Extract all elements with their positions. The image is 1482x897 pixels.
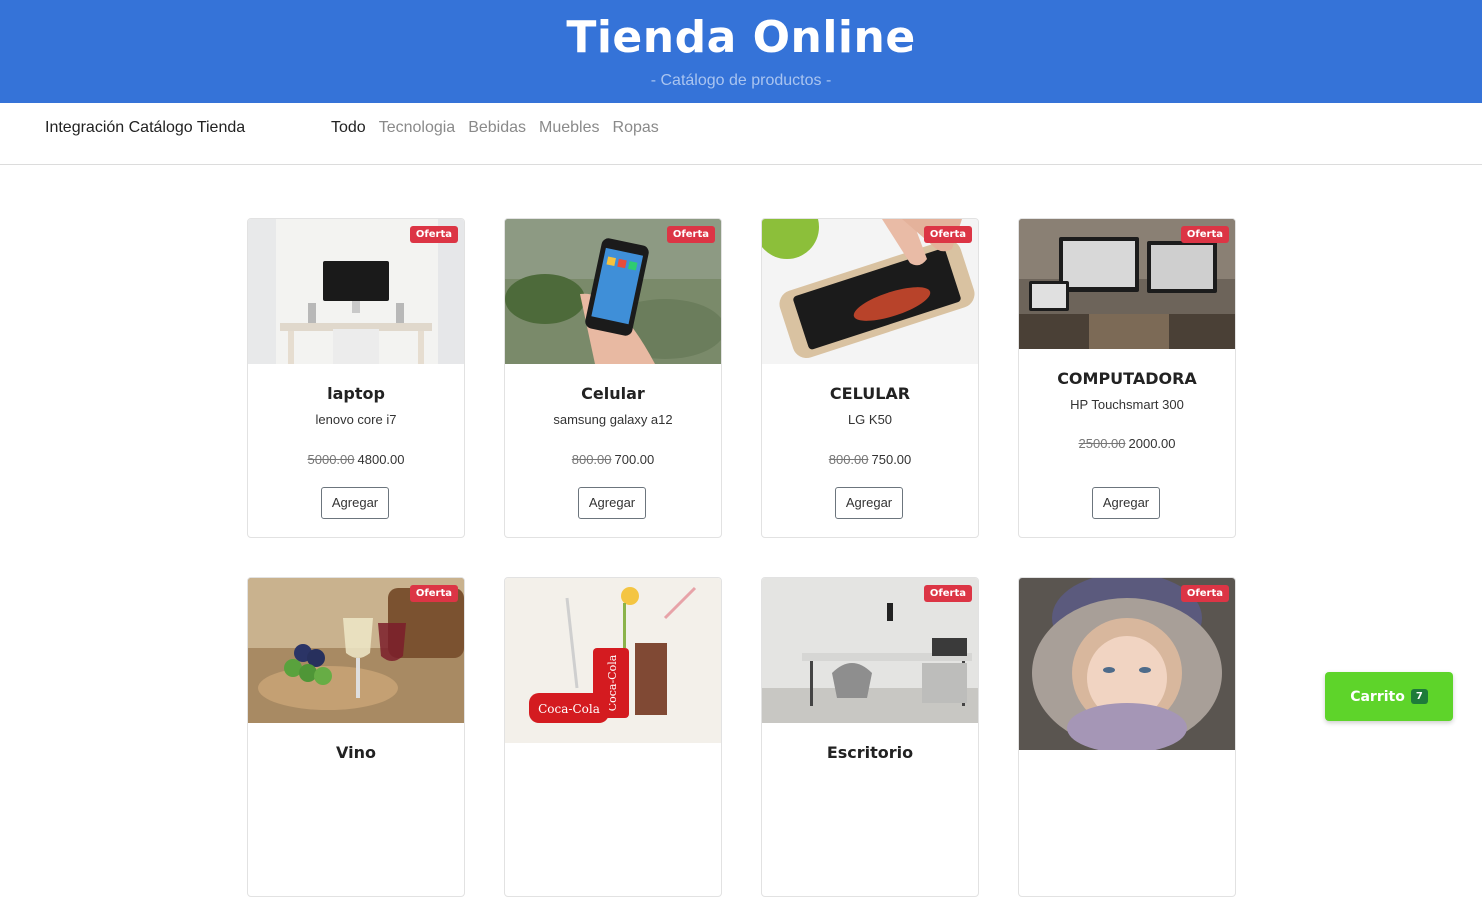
category-nav: Todo Tecnologia Bebidas Muebles Ropas bbox=[331, 119, 659, 137]
old-price: 2500.00 bbox=[1078, 436, 1126, 451]
old-price: 800.00 bbox=[571, 452, 612, 467]
current-price: 2000.00 bbox=[1128, 436, 1176, 451]
product-image-coca-cola: Coca-Cola Coca-Cola bbox=[505, 578, 721, 743]
product-card: Oferta COMPUTADORA HP Touchsmart 300 250… bbox=[1018, 218, 1236, 538]
product-card: Oferta Celular samsung galaxy a12 800.00… bbox=[504, 218, 722, 538]
offer-badge: Oferta bbox=[1180, 226, 1229, 243]
offer-badge: Oferta bbox=[923, 585, 972, 602]
product-description: lenovo core i7 bbox=[315, 412, 397, 427]
current-price: 750.00 bbox=[871, 452, 912, 467]
product-name: laptop bbox=[327, 384, 385, 403]
offer-badge: Oferta bbox=[923, 226, 972, 243]
navbar-brand[interactable]: Integración Catálogo Tienda bbox=[45, 119, 245, 137]
offer-badge: Oferta bbox=[409, 226, 458, 243]
product-name: Vino bbox=[336, 743, 376, 762]
nav-item-todo[interactable]: Todo bbox=[331, 119, 366, 137]
product-price: 2500.00 2000.00 bbox=[1019, 436, 1235, 451]
page-subtitle: - Catálogo de productos - bbox=[650, 72, 832, 89]
product-card: Coca-Cola Coca-Cola bbox=[504, 577, 722, 897]
product-description: LG K50 bbox=[847, 412, 893, 427]
product-name: Celular bbox=[581, 384, 645, 403]
page-title: Tienda Online bbox=[566, 12, 916, 63]
product-description: samsung galaxy a12 bbox=[553, 412, 673, 427]
product-card: Oferta bbox=[1018, 577, 1236, 897]
old-price: 5000.00 bbox=[307, 452, 355, 467]
current-price: 4800.00 bbox=[357, 452, 405, 467]
add-to-cart-button[interactable]: Agregar bbox=[321, 487, 389, 519]
cart-button[interactable]: Carrito 7 bbox=[1325, 672, 1453, 721]
nav-item-tecnologia[interactable]: Tecnologia bbox=[379, 119, 456, 137]
product-description: HP Touchsmart 300 bbox=[1070, 397, 1184, 412]
add-to-cart-button[interactable]: Agregar bbox=[578, 487, 646, 519]
offer-badge: Oferta bbox=[1180, 585, 1229, 602]
navbar: Integración Catálogo Tienda Todo Tecnolo… bbox=[0, 103, 1482, 165]
add-to-cart-button[interactable]: Agregar bbox=[1092, 487, 1160, 519]
product-card: Oferta CELULAR LG K50 800.00 750.00 Agreg… bbox=[761, 218, 979, 538]
product-name: CELULAR bbox=[829, 384, 911, 403]
product-card: Oferta laptop lenovo core i7 5000.00 4800… bbox=[247, 218, 465, 538]
header: Tienda Online - Catálogo de productos - bbox=[0, 0, 1482, 103]
product-price: 800.00 700.00 bbox=[505, 452, 721, 467]
product-card: Oferta Vino bbox=[247, 577, 465, 897]
current-price: 700.00 bbox=[614, 452, 655, 467]
svg-text:Coca-Cola: Coca-Cola bbox=[538, 702, 600, 716]
add-to-cart-button[interactable]: Agregar bbox=[835, 487, 903, 519]
nav-item-ropas[interactable]: Ropas bbox=[613, 119, 659, 137]
product-name: Escritorio bbox=[826, 743, 914, 762]
product-card: Oferta Escritorio bbox=[761, 577, 979, 897]
offer-badge: Oferta bbox=[666, 226, 715, 243]
product-name: COMPUTADORA bbox=[1057, 369, 1197, 388]
cart-label: Carrito bbox=[1350, 688, 1405, 705]
nav-item-bebidas[interactable]: Bebidas bbox=[468, 119, 526, 137]
offer-badge: Oferta bbox=[409, 585, 458, 602]
cart-count-badge: 7 bbox=[1410, 689, 1428, 704]
product-price: 5000.00 4800.00 bbox=[248, 452, 464, 467]
product-price: 800.00 750.00 bbox=[762, 452, 978, 467]
nav-item-muebles[interactable]: Muebles bbox=[539, 119, 599, 137]
old-price: 800.00 bbox=[828, 452, 869, 467]
product-image-girl-winter bbox=[1019, 578, 1235, 750]
